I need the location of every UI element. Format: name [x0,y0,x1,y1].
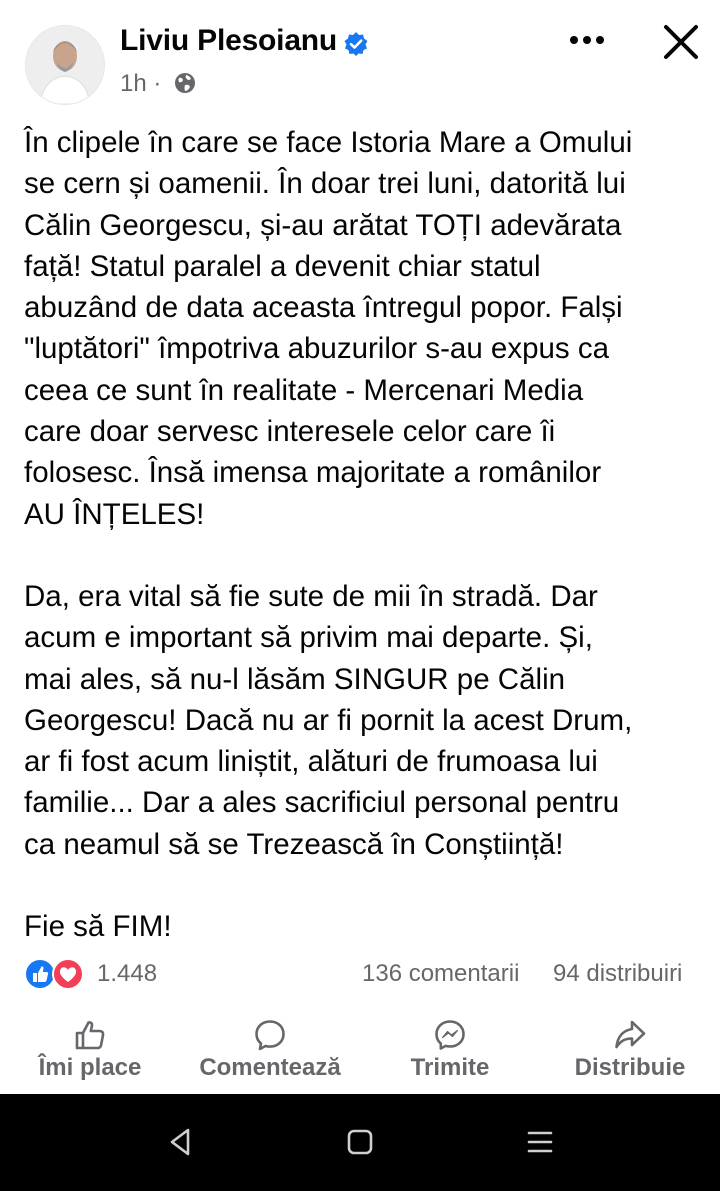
reactions-summary[interactable] [23,957,93,991]
share-button[interactable]: Distribuie [565,1010,695,1090]
avatar-photo [26,26,104,104]
nav-back-icon[interactable] [162,1124,198,1160]
system-nav-bar [0,1094,720,1191]
send-label: Trimite [410,1054,490,1081]
share-label: Distribuie [574,1054,686,1081]
like-button[interactable]: Îmi place [30,1010,150,1090]
comments-count[interactable]: 136 comentarii [362,960,519,988]
send-button[interactable]: Trimite [395,1010,505,1090]
shares-count[interactable]: 94 distribuiri [553,960,682,988]
post-text: În clipele în care se face Istoria Mare … [24,122,714,947]
post-paragraph: Da, era vital să fie sute de mii în stra… [24,579,633,861]
verified-badge-icon [344,32,368,56]
nav-menu-icon[interactable] [522,1124,558,1160]
meta-separator: · [153,70,162,97]
action-bar: Îmi place Comentează Trimite Distribuie [0,1010,720,1090]
nav-home-icon[interactable] [342,1124,378,1160]
share-arrow-icon [615,1020,646,1049]
like-label: Îmi place [38,1054,142,1081]
globe-icon [175,73,196,93]
close-icon[interactable] [659,20,703,64]
comment-button[interactable]: Comentează [190,1010,350,1090]
post-stats: 1.448 136 comentarii 94 distribuiri [0,952,720,996]
more-icon[interactable] [565,24,609,56]
like-reaction-icon [24,958,56,990]
author-name[interactable]: Liviu Plesoianu [120,24,337,58]
post-paragraph: Fie să FIM! [24,910,172,944]
post-page: Liviu Plesoianu 1h · În clipele în care … [0,0,720,1191]
comment-bubble-icon [255,1020,285,1051]
thumbs-up-icon [75,1021,105,1050]
love-reaction-icon [52,958,84,990]
post-header: Liviu Plesoianu 1h · [0,0,720,110]
post-time[interactable]: 1h [120,70,147,97]
reaction-count[interactable]: 1.448 [97,960,157,988]
comment-label: Comentează [199,1054,341,1081]
avatar[interactable] [25,25,105,105]
messenger-icon [435,1020,465,1050]
post-meta: 1h · [120,70,196,98]
post-paragraph: În clipele în care se face Istoria Mare … [24,126,633,531]
